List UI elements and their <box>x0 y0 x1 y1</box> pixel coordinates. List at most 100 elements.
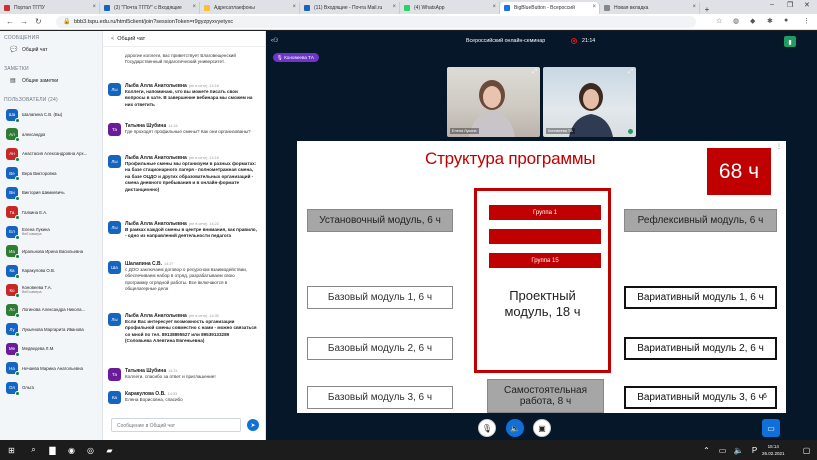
chrome-icon[interactable]: ◎ <box>84 444 97 456</box>
browser-tab[interactable]: (4) WhatsApp × <box>400 2 500 14</box>
message-text: Профильные смены мы организуем в разных … <box>125 161 257 192</box>
user-list-item[interactable]: Лу Лукьянова Маргарита Иванова <box>0 320 102 340</box>
profile-icon[interactable]: ● <box>784 17 788 24</box>
language-icon[interactable]: Р <box>748 444 761 456</box>
user-list-item[interactable]: Ан Анастасия Александровна Арх... <box>0 144 102 164</box>
back-arrow-icon[interactable]: ← <box>6 17 14 26</box>
status-dot-icon <box>15 254 20 260</box>
minimize-icon[interactable]: – <box>770 1 774 8</box>
audio-button[interactable]: 🔈 <box>506 419 524 437</box>
browser-tab[interactable]: Новая вкладка × <box>600 2 700 14</box>
tab-label: Адресатлаефоны <box>214 5 255 11</box>
user-list-item[interactable]: Ел Елена Лукина Веб камера <box>0 222 102 242</box>
menu-dots-icon[interactable]: ⋮ <box>803 17 810 25</box>
self-study-line-1: Самостоятельная <box>503 385 588 396</box>
reload-icon[interactable]: ↻ <box>35 17 42 26</box>
close-icon[interactable]: × <box>192 4 196 10</box>
clock-time: 15:14 <box>767 444 779 449</box>
chat-message-input[interactable]: Сообщение в Общий чат <box>111 418 241 432</box>
mic-button[interactable]: 🎙 <box>478 419 496 437</box>
browser-tab[interactable]: Портал ТГПУ × <box>0 2 100 14</box>
users-toggle-icon[interactable]: ‹⚇ <box>271 37 278 44</box>
close-icon[interactable]: × <box>592 4 596 10</box>
camera-button[interactable]: ▣ <box>533 419 551 437</box>
user-list-item[interactable]: Иа Иральнова Ирина Васильевна <box>0 242 102 262</box>
star-icon[interactable]: ☆ <box>716 17 722 25</box>
user-list-item[interactable]: Ал александра <box>0 125 102 145</box>
status-dot-icon <box>15 273 20 279</box>
presentation-slide[interactable]: ⋮ Структура программы 68 ч Установочный … <box>297 141 786 413</box>
user-list-item[interactable]: Ко Коновеева Т.А. Веб камера <box>0 281 102 301</box>
status-dot-icon <box>15 137 20 143</box>
public-chat-item[interactable]: 💬 Общий чат <box>0 43 102 56</box>
connection-status-icon[interactable]: ▮ <box>784 36 796 47</box>
meeting-title: Всероссийский онлайн-семинар <box>466 38 546 44</box>
speaker-icon: 🔈 <box>510 423 520 433</box>
avatar: Ан <box>6 147 20 162</box>
user-list-item[interactable]: На Нечаева Марина Анатольевна <box>0 359 102 379</box>
user-name: Коновеева Т.А. Веб камера <box>22 285 52 295</box>
close-window-icon[interactable]: ✕ <box>804 1 810 9</box>
browser-tab-active[interactable]: BigBlueButton - Всероссий × <box>500 2 600 14</box>
video-name-label: Коновеева ТА <box>546 128 575 134</box>
avatar: Ша <box>108 261 121 274</box>
send-button[interactable]: ➤ <box>247 419 259 431</box>
notifications-icon[interactable]: ▢ <box>800 444 813 456</box>
maximize-icon[interactable]: ❐ <box>787 1 793 9</box>
user-list-item[interactable]: Га Галкина Е.А. <box>0 203 102 223</box>
recording-icon[interactable] <box>571 38 577 44</box>
puzzle-icon[interactable]: ✱ <box>767 17 773 25</box>
close-icon[interactable]: × <box>692 4 696 10</box>
close-icon[interactable]: × <box>392 4 396 10</box>
avatar: Лы <box>108 221 121 234</box>
browser-tab[interactable]: Адресатлаефоны × <box>200 2 300 14</box>
project-module-box: Группа 1 Группа 15 Проектный модуль, 18 ч <box>474 188 611 373</box>
presenter-badge[interactable]: 🎙 Коновеева ТА <box>273 53 319 62</box>
extension-icon[interactable]: ◆ <box>750 17 755 25</box>
url-input[interactable]: 🔒 bbb3.tspu.edu.ru/html5client/join?sess… <box>56 16 696 28</box>
file-explorer-icon[interactable]: ▇ <box>46 444 59 456</box>
user-list-item[interactable]: Ша Шалапина С.В. (Вы) <box>0 105 102 125</box>
presentation-toggle-button[interactable]: ▭ <box>762 419 780 437</box>
webcam-video[interactable]: ⤢ Коновеева ТА <box>543 67 636 137</box>
browser-tab[interactable]: (3) "Почта ТГПУ" с Входящие × <box>100 2 200 14</box>
group-bar: Группа 15 <box>489 253 601 268</box>
search-icon[interactable]: ⌕ <box>27 444 40 456</box>
close-icon[interactable]: × <box>92 4 96 10</box>
user-list-item[interactable]: Ве Вера Викторовна <box>0 164 102 184</box>
fullscreen-icon[interactable]: ⤢ <box>628 69 633 76</box>
user-list-item[interactable]: Ло Логинова Александра Никола... <box>0 300 102 320</box>
volume-icon[interactable]: 🔈 <box>732 444 745 456</box>
status-dot-icon <box>15 176 20 182</box>
system-tray-icon[interactable]: ⌃ <box>700 444 713 456</box>
browser-tab[interactable]: (11) Входящие - Почта Mail.ru × <box>300 2 400 14</box>
user-list-item[interactable]: Ол Ольга <box>0 378 102 398</box>
user-list-item[interactable]: Ви Виктория Шимкевичь <box>0 183 102 203</box>
new-tab-button[interactable]: + <box>700 5 714 14</box>
close-icon[interactable]: × <box>292 4 296 10</box>
powerpoint-icon[interactable]: ▰ <box>103 444 116 456</box>
mic-icon: 🎙 <box>481 423 493 433</box>
chat-header[interactable]: < Общий чат <box>103 31 265 47</box>
user-name: Вера Викторовна <box>22 170 57 176</box>
webcam-video[interactable]: ⤢ Елена Лукина <box>447 67 540 137</box>
chevron-left-icon[interactable]: < <box>111 36 114 42</box>
fullscreen-icon[interactable]: ⤢ <box>532 69 537 76</box>
status-dot-icon <box>15 390 20 396</box>
clock[interactable]: 15:14 26.02.2021 <box>762 443 785 457</box>
user-list-item[interactable]: Ме Медведева Л.М. <box>0 339 102 359</box>
shared-notes-item[interactable]: ▤ Общие заметки <box>0 74 102 87</box>
message-text: В рамках каждой смены в центре внимания,… <box>125 227 257 239</box>
status-dot-icon <box>15 332 20 338</box>
close-icon[interactable]: × <box>492 4 496 10</box>
extension-icon[interactable]: ◍ <box>733 17 739 25</box>
network-icon[interactable]: ▭ <box>716 444 729 456</box>
firefox-icon[interactable]: ◉ <box>65 444 78 456</box>
tab-favicon-icon <box>104 5 110 11</box>
windows-start-icon[interactable]: ⊞ <box>5 444 18 456</box>
slide-options-icon[interactable]: ⋮ <box>776 143 782 150</box>
user-list-item[interactable]: Ка Каракулова О.В. <box>0 261 102 281</box>
status-dot-icon <box>15 156 20 162</box>
status-dot-icon <box>15 117 20 123</box>
forward-arrow-icon[interactable]: → <box>20 17 28 26</box>
